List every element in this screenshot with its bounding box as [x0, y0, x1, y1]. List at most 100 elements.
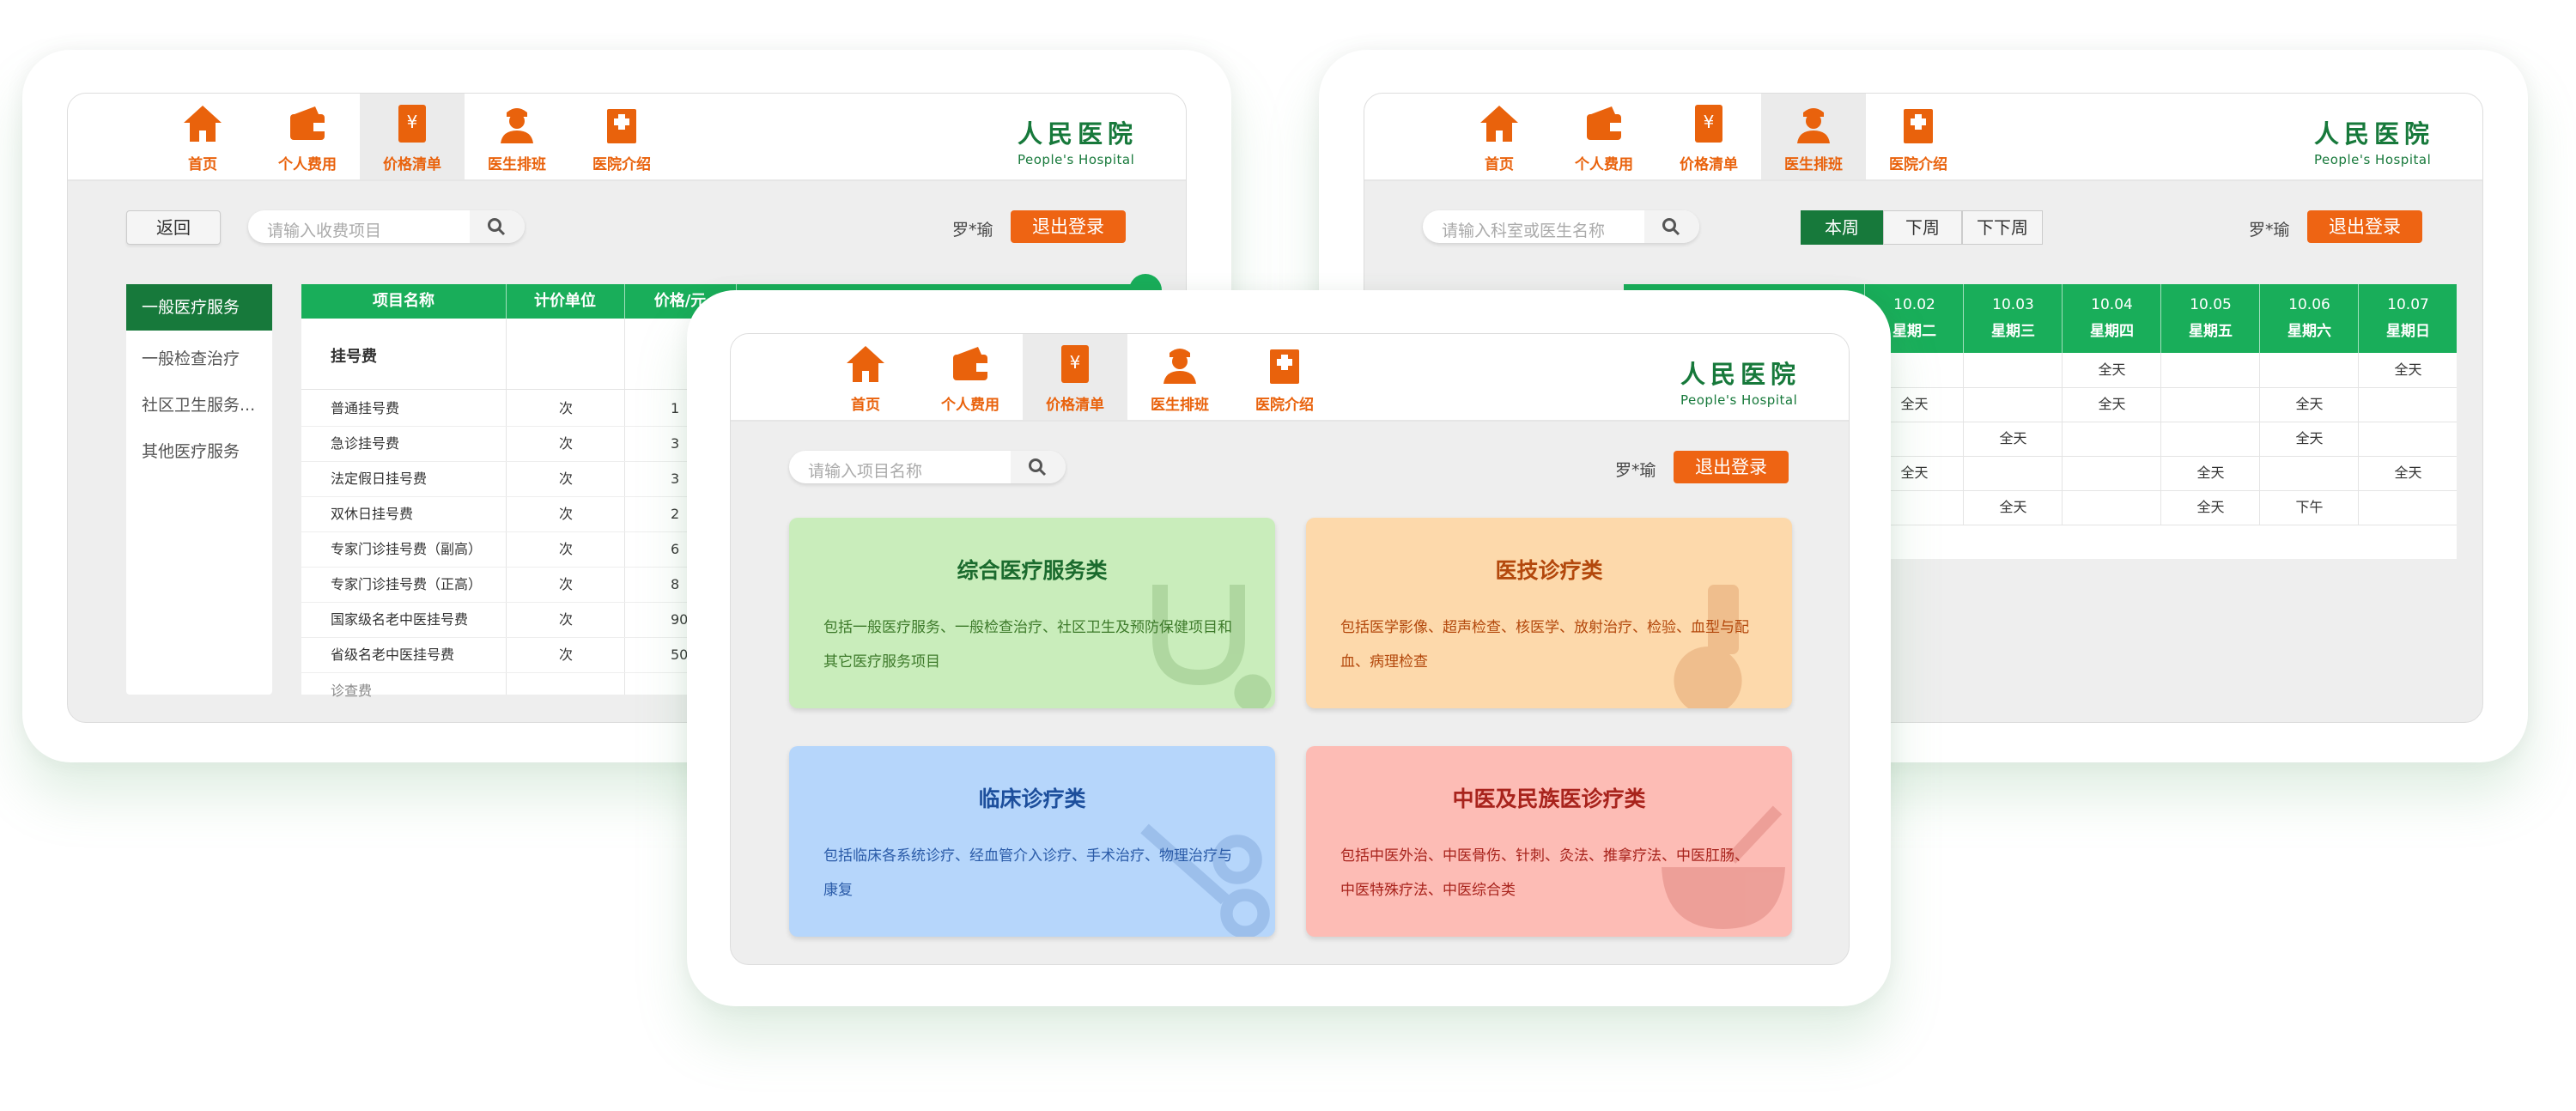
hospital-logo: 人民医院 People's Hospital	[1680, 360, 1801, 408]
search-button[interactable]	[1644, 210, 1699, 243]
search-button[interactable]	[1011, 451, 1066, 483]
schedule-cell[interactable]	[1963, 353, 2063, 387]
schedule-cell[interactable]: 下午	[2259, 490, 2359, 525]
schedule-cell[interactable]: 全天	[2358, 353, 2458, 387]
logout-button[interactable]: 退出登录	[1011, 210, 1126, 243]
nav-item-personal-fees[interactable]: 个人费用	[255, 94, 360, 179]
schedule-cell[interactable]: 全天	[2259, 422, 2359, 456]
schedule-cell[interactable]: 全天	[2062, 353, 2161, 387]
category-card-tcm[interactable]: 中医及民族医诊疗类 包括中医外治、中医骨伤、针刺、灸法、推拿疗法、中医肛肠、中医…	[1306, 746, 1792, 937]
item-search: 请输入项目名称	[789, 451, 1066, 483]
schedule-cell[interactable]	[2160, 422, 2260, 456]
nav-item-doctor-schedule[interactable]: 医生排班	[465, 94, 569, 179]
row-unit: 次	[559, 611, 574, 628]
home-icon	[847, 346, 884, 382]
doctor-icon	[1163, 349, 1196, 384]
user-name: 罗*瑜	[952, 221, 993, 240]
week-tab-next[interactable]: 下周	[1883, 210, 1962, 245]
price-list-icon: ¥	[1695, 105, 1722, 143]
schedule-day-header: 10.07 星期日	[2358, 284, 2458, 353]
schedule-cell[interactable]	[2062, 422, 2161, 456]
card-title: 中医及民族医诊疗类	[1452, 786, 1646, 811]
row-unit: 次	[559, 576, 574, 592]
schedule-cell[interactable]	[2259, 353, 2359, 387]
schedule-cell[interactable]	[2160, 387, 2260, 422]
col-header-name: 项目名称	[301, 284, 507, 319]
sidebar-item-general-service[interactable]: 一般医疗服务	[126, 284, 272, 331]
row-unit: 次	[559, 471, 574, 487]
day-date: 10.05	[2190, 296, 2232, 313]
home-icon	[184, 106, 222, 142]
schedule-cell[interactable]	[2259, 456, 2359, 490]
schedule-cell[interactable]: 全天	[2259, 387, 2359, 422]
search-icon	[1662, 218, 1680, 236]
category-card-general[interactable]: 综合医疗服务类 包括一般医疗服务、一般检查治疗、社区卫生及预防保健项目和其它医疗…	[789, 518, 1275, 708]
schedule-cell[interactable]: 全天	[2358, 456, 2458, 490]
logout-button[interactable]: 退出登录	[1674, 451, 1789, 483]
back-button[interactable]: 返回	[126, 210, 221, 245]
card-description: 包括医学影像、超声检查、核医学、放射治疗、检验、血型与配血、病理检查	[1340, 619, 1749, 671]
sidebar-item-other[interactable]: 其他医疗服务	[126, 428, 272, 475]
schedule-day-header: 10.03 星期三	[1963, 284, 2063, 353]
nav-item-personal-fees[interactable]: 个人费用	[1552, 94, 1656, 179]
schedule-cell[interactable]	[1963, 387, 2063, 422]
day-weekday: 星期日	[2386, 323, 2430, 340]
search-input[interactable]: 请输入收费项目	[267, 218, 381, 241]
schedule-cell[interactable]	[1963, 456, 2063, 490]
schedule-cell[interactable]: 全天	[2160, 490, 2260, 525]
category-card-medical-tech[interactable]: 医技诊疗类 包括医学影像、超声检查、核医学、放射治疗、检验、血型与配血、病理检查	[1306, 518, 1792, 708]
row-unit: 次	[559, 400, 574, 416]
nav-item-home[interactable]: 首页	[1447, 94, 1552, 179]
schedule-cell[interactable]	[2358, 490, 2458, 525]
category-card-clinical[interactable]: 临床诊疗类 包括临床各系统诊疗、经血管介入诊疗、手术治疗、物理治疗与康复	[789, 746, 1275, 937]
hospital-icon	[1904, 109, 1933, 143]
nav-item-doctor-schedule[interactable]: 医生排班	[1127, 334, 1232, 420]
card-title: 医技诊疗类	[1495, 558, 1603, 583]
category-sidebar: 一般医疗服务 一般检查治疗 社区卫生服务... 其他医疗服务	[126, 284, 272, 695]
search-icon	[1029, 458, 1047, 477]
search-input[interactable]: 请输入项目名称	[808, 458, 922, 482]
logout-button[interactable]: 退出登录	[2307, 210, 2422, 243]
schedule-cell[interactable]	[2062, 490, 2161, 525]
user-name: 罗*瑜	[1615, 461, 1656, 480]
fee-search: 请输入收费项目	[248, 210, 525, 243]
day-date: 10.03	[1992, 296, 2034, 313]
nav-item-doctor-schedule[interactable]: 医生排班	[1761, 94, 1866, 179]
nav-item-personal-fees[interactable]: 个人费用	[918, 334, 1023, 420]
row-price: 6	[671, 541, 680, 557]
schedule-cell[interactable]	[2160, 353, 2260, 387]
wallet-icon	[1587, 106, 1621, 140]
schedule-cell[interactable]	[2062, 456, 2161, 490]
schedule-cell[interactable]: 全天	[2062, 387, 2161, 422]
nav-item-price-list[interactable]: ¥ 价格清单	[360, 94, 465, 179]
day-date: 10.04	[2091, 296, 2133, 313]
schedule-cell[interactable]	[2358, 422, 2458, 456]
schedule-day-header: 10.04 星期四	[2062, 284, 2161, 353]
schedule-cell[interactable]	[2358, 387, 2458, 422]
svg-text:¥: ¥	[407, 112, 418, 132]
week-tab-after-next[interactable]: 下下周	[1962, 210, 2043, 245]
schedule-cell[interactable]: 全天	[1963, 422, 2063, 456]
row-name: 急诊挂号费	[331, 435, 400, 452]
nav-item-home[interactable]: 首页	[150, 94, 255, 179]
week-tab-this[interactable]: 本周	[1801, 210, 1883, 245]
card-description: 包括临床各系统诊疗、经血管介入诊疗、手术治疗、物理治疗与康复	[823, 847, 1232, 899]
schedule-cell[interactable]: 全天	[1963, 490, 2063, 525]
nav-item-price-list[interactable]: ¥ 价格清单	[1656, 94, 1761, 179]
search-button[interactable]	[470, 210, 525, 243]
search-input[interactable]: 请输入科室或医生名称	[1442, 218, 1605, 241]
nav-item-hospital-intro[interactable]: 医院介绍	[1232, 334, 1337, 420]
nav-item-hospital-intro[interactable]: 医院介绍	[569, 94, 674, 179]
nav-item-home[interactable]: 首页	[813, 334, 918, 420]
schedule-cell[interactable]: 全天	[2160, 456, 2260, 490]
sidebar-item-general-exam[interactable]: 一般检查治疗	[126, 336, 272, 382]
home-icon	[1480, 106, 1518, 142]
row-unit: 次	[559, 435, 574, 452]
day-weekday: 星期四	[2090, 323, 2134, 340]
row-unit: 次	[559, 506, 574, 522]
nav-item-price-list[interactable]: ¥ 价格清单	[1023, 334, 1127, 420]
nav-item-hospital-intro[interactable]: 医院介绍	[1866, 94, 1971, 179]
sidebar-item-community[interactable]: 社区卫生服务...	[126, 382, 272, 428]
hospital-icon	[1270, 349, 1299, 384]
hospital-logo: 人民医院 People's Hospital	[1018, 119, 1139, 167]
